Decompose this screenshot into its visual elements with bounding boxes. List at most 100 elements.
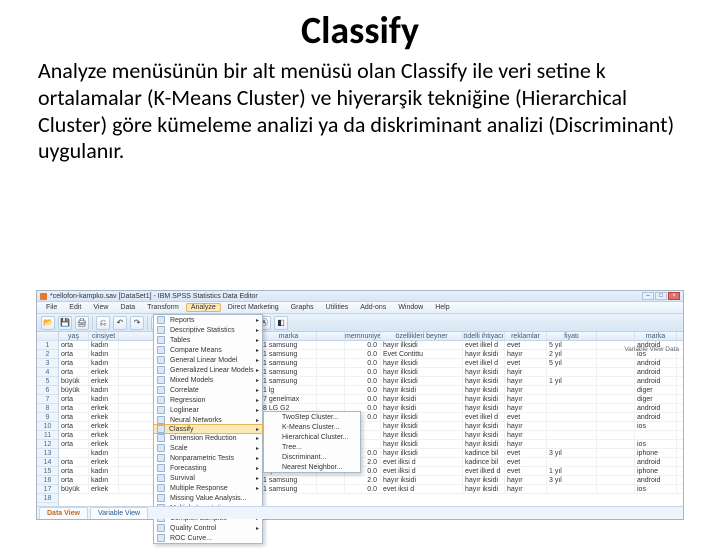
menu-transform[interactable]: Transform bbox=[142, 303, 184, 312]
cell[interactable]: hayır iksidi bbox=[463, 431, 505, 439]
menu-utilities[interactable]: Utilities bbox=[321, 303, 354, 312]
save-icon[interactable]: 💾 bbox=[58, 316, 72, 330]
cell[interactable]: hayır iksidi bbox=[463, 485, 505, 493]
redo-icon[interactable]: ↷ bbox=[130, 316, 144, 330]
menu-item-missing-value-analysis-[interactable]: Missing Value Analysis... bbox=[154, 493, 262, 503]
cell[interactable]: ios bbox=[635, 422, 677, 430]
cell[interactable] bbox=[317, 359, 345, 367]
cell[interactable]: 2 yıl bbox=[547, 350, 597, 358]
cell[interactable]: hayır bbox=[505, 404, 547, 412]
cell[interactable] bbox=[547, 485, 597, 493]
cell[interactable]: hayır iksidi bbox=[463, 386, 505, 394]
cell[interactable]: evet ilked d bbox=[463, 467, 505, 475]
row-header[interactable]: 18 bbox=[37, 494, 58, 503]
cell[interactable] bbox=[597, 413, 635, 421]
column-header[interactable]: marka bbox=[261, 332, 317, 340]
cell[interactable] bbox=[597, 386, 635, 394]
column-header[interactable]: reklamlar bbox=[505, 332, 547, 340]
menu-item-quality-control[interactable]: Quality Control▸ bbox=[154, 523, 262, 533]
cell[interactable] bbox=[317, 485, 345, 493]
submenu-item-nearest-neighbor-[interactable]: Nearest Neighbor... bbox=[264, 462, 360, 472]
cell[interactable]: hayır iksidi bbox=[381, 386, 463, 394]
cell[interactable] bbox=[597, 449, 635, 457]
cell[interactable]: evet bbox=[505, 413, 547, 421]
menu-view[interactable]: View bbox=[88, 303, 113, 312]
cell[interactable]: erkek bbox=[89, 422, 119, 430]
cell[interactable]: hayır iksidi bbox=[381, 404, 463, 412]
chart-icon[interactable]: ◧ bbox=[274, 316, 288, 330]
row-header[interactable]: 13 bbox=[37, 449, 58, 458]
cell[interactable]: 1 samsung bbox=[261, 350, 317, 358]
cell[interactable]: kadince bil bbox=[463, 458, 505, 466]
cell[interactable]: erkek bbox=[89, 440, 119, 448]
menu-file[interactable]: File bbox=[41, 303, 62, 312]
cell[interactable]: orta bbox=[59, 413, 89, 421]
menu-item-scale[interactable]: Scale▸ bbox=[154, 443, 262, 453]
cell[interactable]: 1 samsung bbox=[261, 359, 317, 367]
cell[interactable] bbox=[597, 431, 635, 439]
cell[interactable]: evet bbox=[505, 449, 547, 457]
menu-graphs[interactable]: Graphs bbox=[286, 303, 319, 312]
cell[interactable] bbox=[317, 350, 345, 358]
column-header[interactable]: özellikleri beyner bbox=[381, 332, 463, 340]
row-header[interactable]: 3 bbox=[37, 359, 58, 368]
submenu-item-hierarchical-cluster-[interactable]: Hierarchical Cluster... bbox=[264, 432, 360, 442]
cell[interactable] bbox=[317, 476, 345, 484]
menu-edit[interactable]: Edit bbox=[64, 303, 86, 312]
menu-item-generalized-linear-models[interactable]: Generalized Linear Models▸ bbox=[154, 365, 262, 375]
cell[interactable]: erkek bbox=[89, 377, 119, 385]
menu-item-general-linear-model[interactable]: General Linear Model▸ bbox=[154, 355, 262, 365]
cell[interactable] bbox=[547, 395, 597, 403]
row-header[interactable]: 16 bbox=[37, 476, 58, 485]
row-header[interactable]: 17 bbox=[37, 485, 58, 494]
open-icon[interactable]: 📂 bbox=[41, 316, 55, 330]
cell[interactable]: hayır bbox=[505, 476, 547, 484]
cell[interactable] bbox=[597, 368, 635, 376]
cell[interactable] bbox=[317, 395, 345, 403]
cell[interactable] bbox=[597, 467, 635, 475]
maximize-button[interactable]: □ bbox=[655, 292, 667, 300]
cell[interactable]: hayır iksidi bbox=[381, 476, 463, 484]
row-header[interactable]: 9 bbox=[37, 413, 58, 422]
cell[interactable] bbox=[547, 431, 597, 439]
cell[interactable]: hayır iksidi bbox=[463, 422, 505, 430]
cell[interactable]: hayır iksidi bbox=[463, 377, 505, 385]
menu-data[interactable]: Data bbox=[115, 303, 140, 312]
cell[interactable]: kadın bbox=[89, 341, 119, 349]
cell[interactable]: hayır ilksidi bbox=[381, 422, 463, 430]
cell[interactable]: android bbox=[635, 413, 677, 421]
row-header[interactable]: 14 bbox=[37, 458, 58, 467]
cell[interactable]: hayır iksidi bbox=[463, 440, 505, 448]
cell[interactable]: 1 samsung bbox=[261, 476, 317, 484]
cell[interactable]: erkek bbox=[89, 458, 119, 466]
menu-add-ons[interactable]: Add-ons bbox=[355, 303, 391, 312]
cell[interactable]: hayır bbox=[505, 440, 547, 448]
column-header[interactable] bbox=[317, 332, 345, 340]
menu-item-correlate[interactable]: Correlate▸ bbox=[154, 385, 262, 395]
cell[interactable]: hayır iksidi bbox=[463, 395, 505, 403]
menu-item-compare-means[interactable]: Compare Means▸ bbox=[154, 345, 262, 355]
cell[interactable]: orta bbox=[59, 404, 89, 412]
cell[interactable]: evet ilkel d bbox=[463, 359, 505, 367]
cell[interactable]: 5 yıl bbox=[547, 341, 597, 349]
menu-item-mixed-models[interactable]: Mixed Models▸ bbox=[154, 375, 262, 385]
cell[interactable] bbox=[547, 458, 597, 466]
cell[interactable]: 0.0 bbox=[345, 350, 381, 358]
cell[interactable]: evet ilksi d bbox=[381, 467, 463, 475]
menu-item-nonparametric-tests[interactable]: Nonparametric Tests▸ bbox=[154, 453, 262, 463]
column-header[interactable]: yaş bbox=[59, 332, 89, 340]
close-button[interactable]: × bbox=[668, 292, 680, 300]
row-header[interactable]: 7 bbox=[37, 395, 58, 404]
cell[interactable]: 5 yıl bbox=[547, 359, 597, 367]
cell[interactable]: 0.0 bbox=[345, 341, 381, 349]
cell[interactable]: hayır bbox=[505, 386, 547, 394]
menu-item-forecasting[interactable]: Forecasting▸ bbox=[154, 463, 262, 473]
cell[interactable]: hayır iksidi bbox=[463, 368, 505, 376]
cell[interactable]: orta bbox=[59, 395, 89, 403]
row-header[interactable]: 12 bbox=[37, 440, 58, 449]
cell[interactable]: 1 samsung bbox=[261, 377, 317, 385]
submenu-item-tree-[interactable]: Tree... bbox=[264, 442, 360, 452]
cell[interactable]: orta bbox=[59, 350, 89, 358]
row-header[interactable]: 8 bbox=[37, 404, 58, 413]
cell[interactable]: hayır iksidi bbox=[463, 404, 505, 412]
